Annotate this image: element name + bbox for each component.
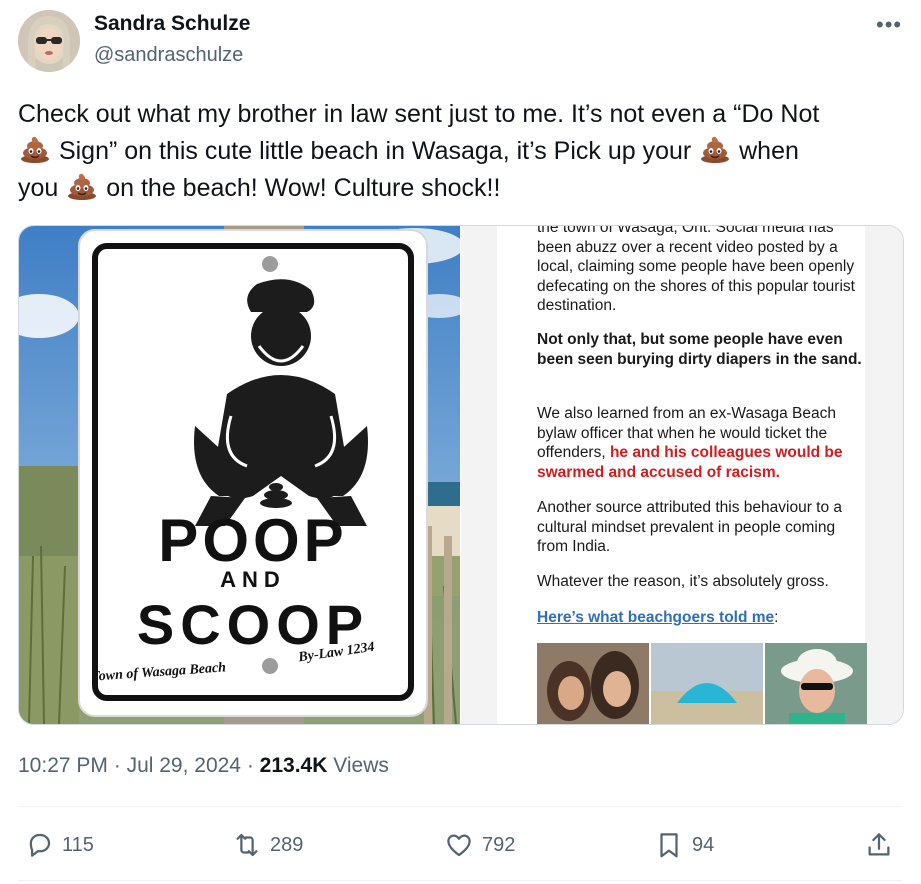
reply-count: 115 [62, 833, 94, 856]
sign-word-and: AND [220, 567, 286, 592]
article-page: the town of Wasaga, Ont. Social media ha… [497, 226, 867, 724]
reply-button[interactable]: 115 [24, 826, 94, 864]
poop-emoji-icon [701, 136, 730, 163]
tweet-time[interactable]: 10:27 PM [18, 754, 108, 777]
tweet-text-segment: you [18, 174, 59, 202]
divider [18, 880, 902, 881]
article-paragraph: We also learned from an ex-Wasaga Beach … [537, 404, 862, 482]
tweet-text: Check out what my brother in law sent ju… [18, 96, 908, 207]
avatar[interactable] [18, 10, 80, 72]
article-link-suffix: : [774, 609, 779, 626]
article-screenshot[interactable]: the town of Wasaga, Ont. Social media ha… [461, 226, 903, 724]
meta-separator: · [241, 754, 260, 777]
article-link[interactable]: Here’s what beachgoers told me [537, 609, 774, 626]
sign-word-poop: POOP [158, 507, 347, 574]
article-paragraph: the town of Wasaga, Ont. Social media ha… [537, 226, 855, 314]
article-video-thumbnails [537, 643, 867, 724]
divider [18, 806, 902, 807]
tweet-text-segment: Sign” on this cute little beach in Wasag… [58, 137, 692, 165]
media-grid: POOP AND SCOOP Town of Wasaga Beach By-L… [18, 225, 904, 725]
tweet-meta: 10:27 PM · Jul 29, 2024 · 213.4K Views [18, 754, 389, 778]
sign-photo-graphic: POOP AND SCOOP Town of Wasaga Beach By-L… [19, 226, 460, 724]
author-name[interactable]: Sandra Schulze [94, 12, 250, 36]
article-paragraph: Another source attributed this behaviour… [537, 499, 843, 555]
share-button[interactable] [864, 826, 894, 864]
bookmark-count: 94 [692, 833, 715, 856]
reply-icon [29, 833, 51, 857]
tweet-text-segment: when [739, 137, 799, 165]
tweet-date[interactable]: Jul 29, 2024 [127, 754, 241, 777]
article-paragraph: Whatever the reason, it’s absolutely gro… [537, 573, 829, 590]
view-count: 213.4K [259, 754, 328, 777]
poop-emoji-icon [68, 173, 97, 200]
views-label: Views [327, 754, 389, 777]
poop-emoji-icon [21, 136, 49, 163]
article-paragraph: Not only that, but some people have even… [537, 331, 862, 368]
like-button[interactable]: 792 [444, 826, 515, 864]
meta-separator: · [107, 754, 127, 777]
sign-photo[interactable]: POOP AND SCOOP Town of Wasaga Beach By-L… [19, 226, 460, 724]
repost-button[interactable]: 289 [232, 826, 303, 864]
share-icon [868, 833, 890, 856]
like-count: 792 [482, 833, 516, 856]
repost-count: 289 [270, 833, 304, 856]
repost-icon [236, 833, 258, 857]
author-handle[interactable]: @sandraschulze [94, 44, 243, 67]
bookmark-button[interactable]: 94 [654, 826, 714, 864]
more-icon[interactable]: ••• [876, 12, 902, 38]
heart-icon [447, 834, 471, 857]
tweet-text-segment: Check out what my brother in law sent ju… [18, 100, 820, 128]
article-link-line: Here’s what beachgoers told me: [537, 608, 862, 628]
tweet-text-segment: on the beach! Wow! Culture shock!! [106, 174, 501, 202]
avatar-photo [18, 10, 80, 72]
bookmark-icon [660, 833, 678, 858]
